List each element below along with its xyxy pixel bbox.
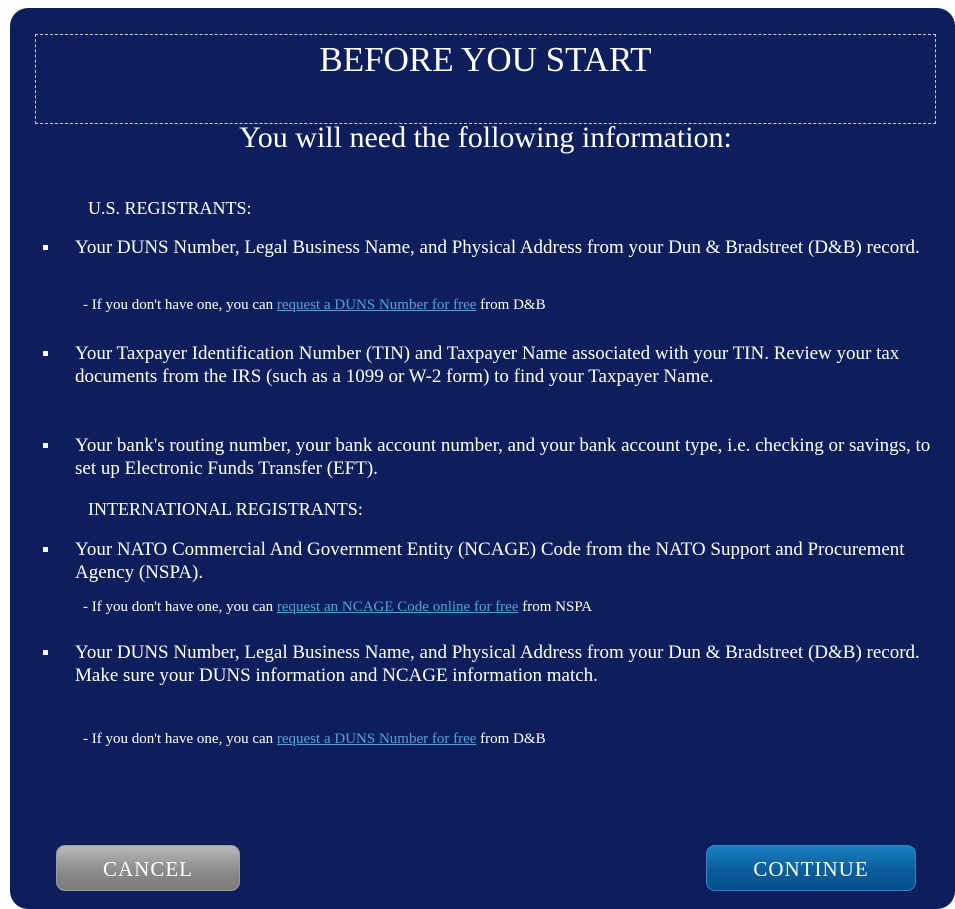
note-suffix: from D&B: [476, 731, 546, 747]
bullet-icon: [43, 443, 48, 448]
list-item: Your DUNS Number, Legal Business Name, a…: [43, 236, 940, 259]
list-item: Your NATO Commercial And Government Enti…: [43, 538, 940, 584]
bullet-icon: [43, 650, 48, 655]
before-you-start-dialog: BEFORE YOU START You will need the follo…: [10, 8, 955, 909]
list-item-text: Your DUNS Number, Legal Business Name, a…: [75, 237, 920, 258]
list-item: Your bank's routing number, your bank ac…: [43, 434, 940, 480]
list-item-text: Your Taxpayer Identification Number (TIN…: [75, 343, 900, 387]
list-item-text: Your NATO Commercial And Government Enti…: [75, 539, 905, 583]
list-item: Your DUNS Number, Legal Business Name, a…: [43, 641, 940, 687]
title-box: BEFORE YOU START: [35, 34, 936, 124]
list-item: Your Taxpayer Identification Number (TIN…: [43, 342, 940, 388]
request-duns-link[interactable]: request a DUNS Number for free: [277, 297, 477, 313]
note-prefix: - If you don't have one, you can: [83, 731, 277, 747]
note-suffix: from D&B: [476, 297, 546, 313]
continue-button[interactable]: CONTINUE: [706, 845, 916, 891]
ncage-note: - If you don't have one, you can request…: [83, 597, 592, 617]
duns-note-international: - If you don't have one, you can request…: [83, 729, 546, 749]
bullet-icon: [43, 547, 48, 552]
us-registrants-heading: U.S. REGISTRANTS:: [88, 198, 252, 218]
bullet-icon: [43, 245, 48, 250]
request-duns-link-international[interactable]: request a DUNS Number for free: [277, 731, 477, 747]
request-ncage-link[interactable]: request an NCAGE Code online for free: [277, 599, 519, 615]
note-prefix: - If you don't have one, you can: [83, 297, 277, 313]
note-prefix: - If you don't have one, you can: [83, 599, 277, 615]
note-suffix: from NSPA: [518, 599, 593, 615]
list-item-text: Your bank's routing number, your bank ac…: [75, 435, 931, 479]
duns-note: - If you don't have one, you can request…: [83, 295, 546, 315]
international-registrants-heading: INTERNATIONAL REGISTRANTS:: [88, 499, 363, 519]
bullet-icon: [43, 351, 48, 356]
list-item-text: Your DUNS Number, Legal Business Name, a…: [75, 642, 920, 686]
cancel-button[interactable]: CANCEL: [56, 845, 240, 891]
dialog-title: BEFORE YOU START: [319, 40, 652, 79]
dialog-subtitle: You will need the following information:: [239, 121, 732, 154]
